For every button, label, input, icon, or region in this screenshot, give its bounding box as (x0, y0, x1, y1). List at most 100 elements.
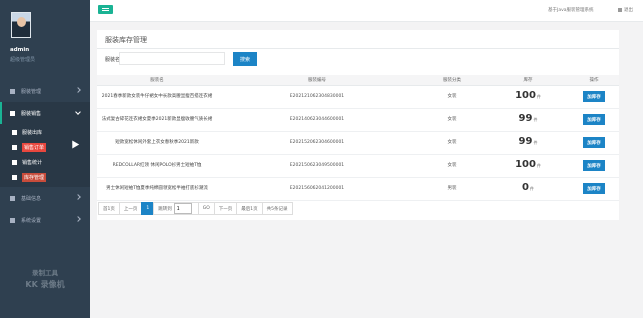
cell-stock: 100件 (487, 85, 569, 109)
cell-name: 法式复古碎花连衣裙女夏季2021新款显瘦收腰气质长裙 (97, 108, 217, 132)
cell-stock: 99件 (487, 131, 569, 155)
page-prev[interactable]: 上一页 (118, 202, 143, 215)
top-navbar: 基于Java服装管理系统 退出 (90, 0, 643, 22)
cell-category: 女装 (417, 108, 487, 132)
divider (97, 48, 619, 49)
submenu-item-label: 销售统计 (22, 160, 43, 166)
pagination: 首1页 上一页 1 跳转到 GO 下一页 最后1页 共5条记录 (98, 202, 293, 215)
stock-unit: 件 (533, 140, 538, 145)
stock-unit: 件 (529, 186, 534, 191)
search-label: 服装名 (105, 57, 121, 63)
sidebar-item-label: 服装销售 (21, 110, 42, 117)
avatar[interactable] (11, 12, 31, 38)
cell-code: E202152062304600001 (217, 131, 417, 155)
cell-stock: 99件 (487, 108, 569, 132)
watermark-line1: 录制工具 (32, 269, 58, 277)
add-stock-button[interactable]: 加库存 (583, 91, 605, 102)
sidebar-item-label: 基础信息 (21, 195, 42, 202)
grid-icon (12, 145, 17, 150)
content-panel: 服装库存管理 服装名 搜索 服装名 服装编号 服装分类 库存 操作 2021春季… (97, 30, 619, 220)
sidebar-item-system-settings[interactable]: 系统设置 (0, 209, 90, 231)
table-row: 男士休闲短袖T恤夏季纯棉圆领宽松半袖打底衫潮流 E202156062041200… (97, 177, 619, 201)
cell-category: 女装 (417, 154, 487, 178)
grid-icon (10, 195, 15, 201)
watermark-line2: KK 录像机 (25, 280, 65, 289)
cell-name: 男士休闲短袖T恤夏季纯棉圆领宽松半袖打底衫潮流 (97, 177, 217, 201)
goto-button[interactable]: GO (197, 202, 215, 215)
search-input[interactable] (119, 52, 225, 65)
table-row: 2021春季新款女装牛仔裙女中长款高腰显瘦百搭连衣裙 E202121062304… (97, 85, 619, 109)
stock-value: 99 (518, 113, 533, 124)
cell-action: 加库存 (569, 108, 619, 132)
user-profile: admin 超级管理员 (0, 0, 90, 72)
cell-action: 加库存 (569, 154, 619, 178)
chevron-right-icon (75, 87, 81, 93)
stock-value: 99 (518, 136, 533, 147)
sidebar-item-label: 系统设置 (21, 217, 42, 224)
table-row: REDCOLLAR红领 休闲POLO衫男士短袖T恤 E2021506230495… (97, 154, 619, 178)
logout-icon (618, 7, 622, 12)
logout-link[interactable]: 退出 (618, 7, 633, 13)
grid-icon (10, 88, 15, 94)
submenu-item-inventory[interactable]: 库存管理 (0, 170, 90, 185)
page-last[interactable]: 最后1页 (236, 202, 263, 215)
sidebar: admin 超级管理员 服装管理 服装销售 服装出库 销售订单 销售统计 库存管… (0, 0, 90, 318)
cell-action: 加库存 (569, 131, 619, 155)
column-header: 服装名 (97, 75, 217, 86)
cell-code: E202140623044600001 (217, 108, 417, 132)
submenu-item-label: 销售订单 (22, 143, 47, 152)
sidebar-item-label: 服装管理 (21, 88, 42, 95)
page-first[interactable]: 首1页 (98, 202, 120, 215)
stock-unit: 件 (536, 94, 541, 99)
add-stock-button[interactable]: 加库存 (583, 137, 605, 148)
recorder-watermark: 录制工具 KK 录像机 (8, 268, 82, 290)
chevron-right-icon (75, 216, 81, 222)
column-header: 操作 (569, 75, 619, 86)
total-records: 共5条记录 (261, 202, 293, 215)
sidebar-nav: 服装管理 服装销售 服装出库 销售订单 销售统计 库存管理 基础信息 系统设置 (0, 80, 90, 231)
sidebar-item-clothing-management[interactable]: 服装管理 (0, 80, 90, 102)
stock-unit: 件 (533, 117, 538, 122)
cell-category: 女装 (417, 131, 487, 155)
page-next[interactable]: 下一页 (213, 202, 238, 215)
submenu-item-sales-stats[interactable]: 销售统计 (0, 155, 90, 170)
cell-code: E202156062041200001 (217, 177, 417, 201)
chevron-down-icon (75, 109, 81, 115)
add-stock-button[interactable]: 加库存 (583, 160, 605, 171)
menu-toggle-button[interactable] (98, 5, 113, 14)
goto-label: 跳转到 (158, 206, 172, 212)
sidebar-item-basic-info[interactable]: 基础信息 (0, 187, 90, 209)
table-row: 法式复古碎花连衣裙女夏季2021新款显瘦收腰气质长裙 E202140623044… (97, 108, 619, 132)
cell-code: E202121062304830001 (217, 85, 417, 109)
column-header: 服装编号 (217, 75, 417, 86)
inventory-table: 服装名 服装编号 服装分类 库存 操作 2021春季新款女装牛仔裙女中长款高腰显… (97, 75, 619, 201)
stock-unit: 件 (536, 163, 541, 168)
username: admin (10, 47, 30, 53)
grid-icon (10, 217, 15, 223)
top-link-label: 基于Java服装管理系统 (548, 8, 594, 13)
table-row: 短款宽松休闲外套上衣女春秋季2021新款 E202152062304600001… (97, 131, 619, 155)
submenu-item-outbound[interactable]: 服装出库 (0, 125, 90, 140)
cell-name: REDCOLLAR红领 休闲POLO衫男士短袖T恤 (97, 154, 217, 178)
chevron-right-icon (75, 194, 81, 200)
stock-value: 0 (522, 182, 529, 193)
goto-page-input[interactable] (173, 203, 192, 214)
table-header-row: 服装名 服装编号 服装分类 库存 操作 (97, 75, 619, 86)
add-stock-button[interactable]: 加库存 (583, 114, 605, 125)
grid-icon (12, 160, 17, 165)
column-header: 服装分类 (417, 75, 487, 86)
cell-name: 2021春季新款女装牛仔裙女中长款高腰显瘦百搭连衣裙 (97, 85, 217, 109)
user-role-dropdown[interactable]: 超级管理员 (10, 56, 35, 63)
column-header: 库存 (487, 75, 569, 86)
search-button[interactable]: 搜索 (233, 52, 257, 66)
cell-name: 短款宽松休闲外套上衣女春秋季2021新款 (97, 131, 217, 155)
grid-icon (12, 175, 17, 180)
top-link-system[interactable]: 基于Java服装管理系统 (548, 7, 594, 13)
cell-category: 女装 (417, 85, 487, 109)
submenu-item-label: 库存管理 (22, 173, 47, 182)
cell-stock: 100件 (487, 154, 569, 178)
add-stock-button[interactable]: 加库存 (583, 183, 605, 194)
logout-label: 退出 (624, 8, 633, 13)
cell-action: 加库存 (569, 177, 619, 201)
sidebar-item-clothing-sales[interactable]: 服装销售 (0, 102, 90, 124)
